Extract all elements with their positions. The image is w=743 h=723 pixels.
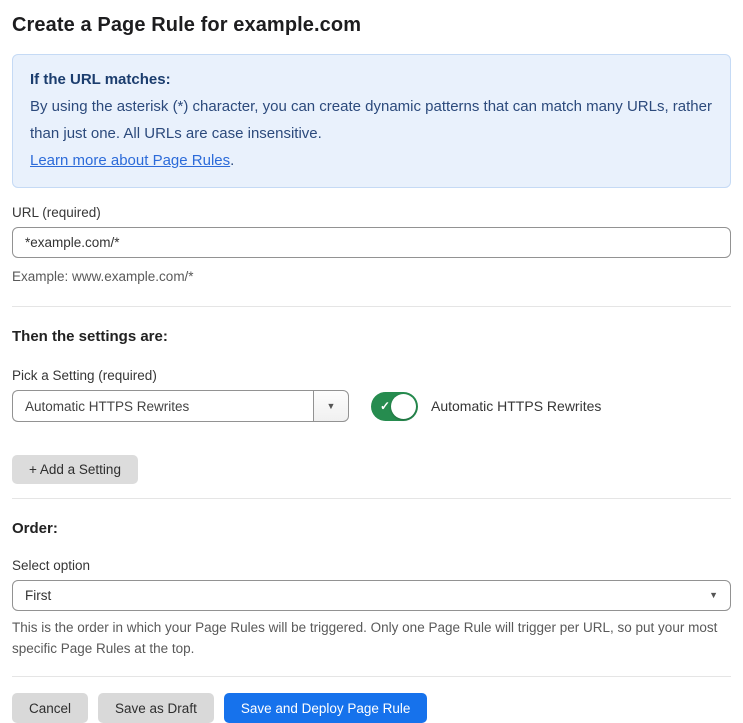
url-input[interactable] [12,227,731,258]
toggle-label: Automatic HTTPS Rewrites [431,398,602,414]
chevron-down-icon: ▼ [709,590,718,600]
info-box-link-line: Learn more about Page Rules. [30,147,713,174]
setting-select[interactable]: Automatic HTTPS Rewrites ▼ [12,390,349,422]
pick-setting-label: Pick a Setting (required) [12,368,157,383]
add-setting-button[interactable]: + Add a Setting [12,455,138,484]
footer-actions: Cancel Save as Draft Save and Deploy Pag… [12,693,731,723]
cancel-button[interactable]: Cancel [12,693,89,723]
save-and-deploy-button[interactable]: Save and Deploy Page Rule [223,693,428,723]
link-suffix: . [230,152,235,169]
info-box-heading: If the URL matches: [30,71,171,88]
order-select[interactable]: First ▼ [12,580,731,611]
check-icon: ✓ [380,398,391,413]
divider [12,306,731,307]
https-rewrites-toggle[interactable]: ✓ [371,391,418,421]
page-title: Create a Page Rule for example.com [12,14,362,36]
setting-select-value[interactable]: Automatic HTTPS Rewrites [12,390,313,422]
learn-more-link[interactable]: Learn more about Page Rules [30,152,230,169]
setting-picker-row: Automatic HTTPS Rewrites ▼ ✓ Automatic H… [12,390,731,422]
url-matches-info-box: If the URL matches: By using the asteris… [12,54,731,188]
setting-select-arrow-button[interactable]: ▼ [313,390,349,422]
create-page-rule-form: Create a Page Rule for example.com If th… [0,0,743,723]
divider [12,498,731,499]
order-helper-text: This is the order in which your Page Rul… [12,620,718,656]
info-box-body: By using the asterisk (*) character, you… [30,98,712,142]
url-field-label: URL (required) [12,205,101,220]
divider [12,676,731,677]
toggle-knob [391,393,416,419]
order-select-value: First [25,588,52,603]
save-as-draft-button[interactable]: Save as Draft [98,693,214,723]
url-example-helper: Example: www.example.com/* [12,269,194,284]
chevron-down-icon: ▼ [326,400,336,411]
settings-section-heading: Then the settings are: [12,328,168,345]
order-section-heading: Order: [12,520,58,537]
select-option-label: Select option [12,558,91,573]
